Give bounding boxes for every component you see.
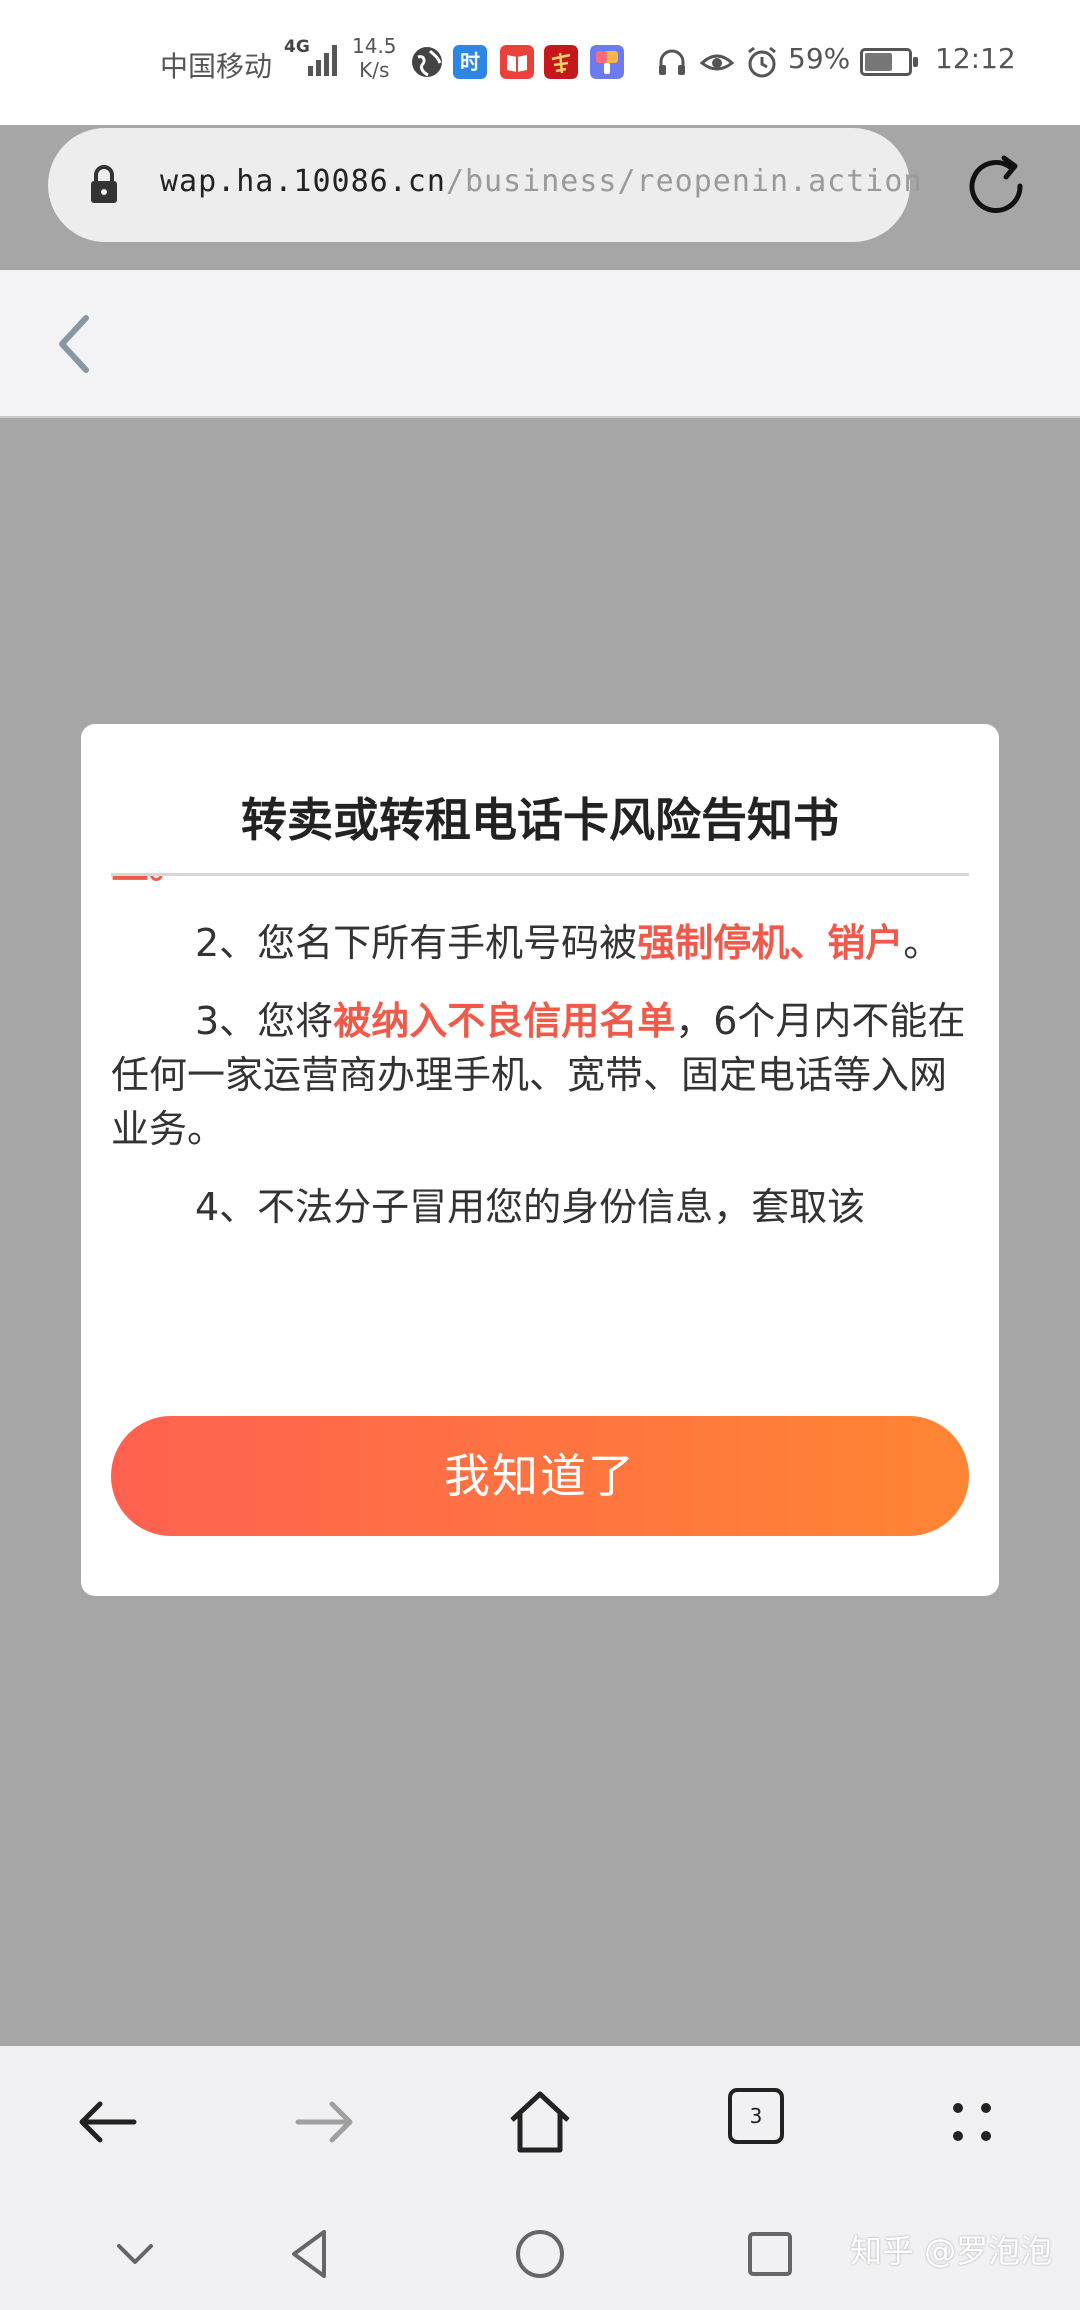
back-arrow-icon[interactable] — [72, 2086, 144, 2158]
tabs-button[interactable]: 3 — [728, 2088, 784, 2144]
clock: 12:12 — [935, 42, 1016, 75]
item-3-highlight: 被纳入不良信用名单 — [333, 999, 676, 1043]
signal-icon — [308, 45, 337, 76]
speed-value: 14.5 — [352, 34, 397, 58]
acknowledge-button[interactable]: 我知道了 — [111, 1416, 969, 1536]
alarm-icon — [748, 46, 776, 78]
item-3-text: 3、您将 — [195, 999, 334, 1043]
notice-content: 业。 2、您名下所有手机号码被强制停机、销户。 3、您将被纳入不良信用名单，6个… — [111, 876, 971, 1258]
battery-percent: 59% — [788, 42, 851, 75]
notice-scroll-area[interactable]: 业。 2、您名下所有手机号码被强制停机、销户。 3、您将被纳入不良信用名单，6个… — [111, 876, 971, 1346]
more-menu-icon[interactable] — [936, 2086, 1008, 2158]
browser-toolbar — [0, 2046, 1080, 2196]
lock-icon — [91, 165, 117, 203]
url-domain: wap.ha.10086.cn — [160, 164, 446, 199]
battery-level — [865, 53, 892, 71]
speed-unit: K/s — [359, 58, 390, 82]
headphone-icon — [659, 49, 685, 75]
carrier-label: 中国移动 — [160, 50, 273, 83]
item-2-text: 2、您名下所有手机号码被 — [195, 921, 638, 965]
url-path: /business/reopenin.action — [445, 164, 923, 199]
notice-item-3: 3、您将被纳入不良信用名单，6个月内不能在任何一家运营商办理手机、宽带、固定电话… — [111, 994, 971, 1156]
nav-recents-icon[interactable] — [740, 2224, 800, 2284]
news-app-icon: 时 — [453, 45, 487, 79]
book-app-icon — [500, 45, 534, 79]
chevron-down-icon[interactable] — [105, 2224, 165, 2284]
nav-home-icon[interactable] — [510, 2224, 570, 2284]
status-bar: 中国移动 4G 14.5 K/s 时 59% 12:12 — [0, 0, 1080, 125]
page-back-icon[interactable] — [52, 312, 96, 376]
item-2-highlight: 强制停机、销户 — [637, 921, 904, 965]
address-bar[interactable]: wap.ha.10086.cn/business/reopenin.action — [48, 128, 921, 242]
eye-comfort-icon — [700, 54, 734, 71]
study-app-icon — [544, 45, 578, 79]
globe-icon — [412, 47, 442, 77]
notice-item-2: 2、您名下所有手机号码被强制停机、销户。 — [111, 916, 971, 970]
url-text[interactable]: wap.ha.10086.cn/business/reopenin.action — [160, 164, 922, 199]
forward-arrow-icon[interactable] — [288, 2086, 360, 2158]
notice-item-4: 4、不法分子冒用您的身份信息，套取该 — [195, 1185, 866, 1229]
nav-back-icon[interactable] — [280, 2224, 340, 2284]
watermark: 知乎 @罗泡泡 — [850, 2232, 1053, 2270]
risk-notice-dialog: 转卖或转租电话卡风险告知书 业。 2、您名下所有手机号码被强制停机、销户。 3、… — [81, 724, 999, 1596]
network-speed: 14.5 K/s — [352, 34, 397, 82]
home-icon[interactable] — [504, 2086, 576, 2158]
item-2-suffix: 。 — [903, 921, 942, 965]
battery-icon — [860, 48, 918, 76]
page-header — [0, 270, 1080, 418]
paint-app-icon — [590, 45, 624, 79]
clipped-paragraph: 业。 — [111, 876, 971, 892]
refresh-icon[interactable] — [960, 150, 1032, 222]
dialog-title: 转卖或转租电话卡风险告知书 — [241, 793, 839, 847]
